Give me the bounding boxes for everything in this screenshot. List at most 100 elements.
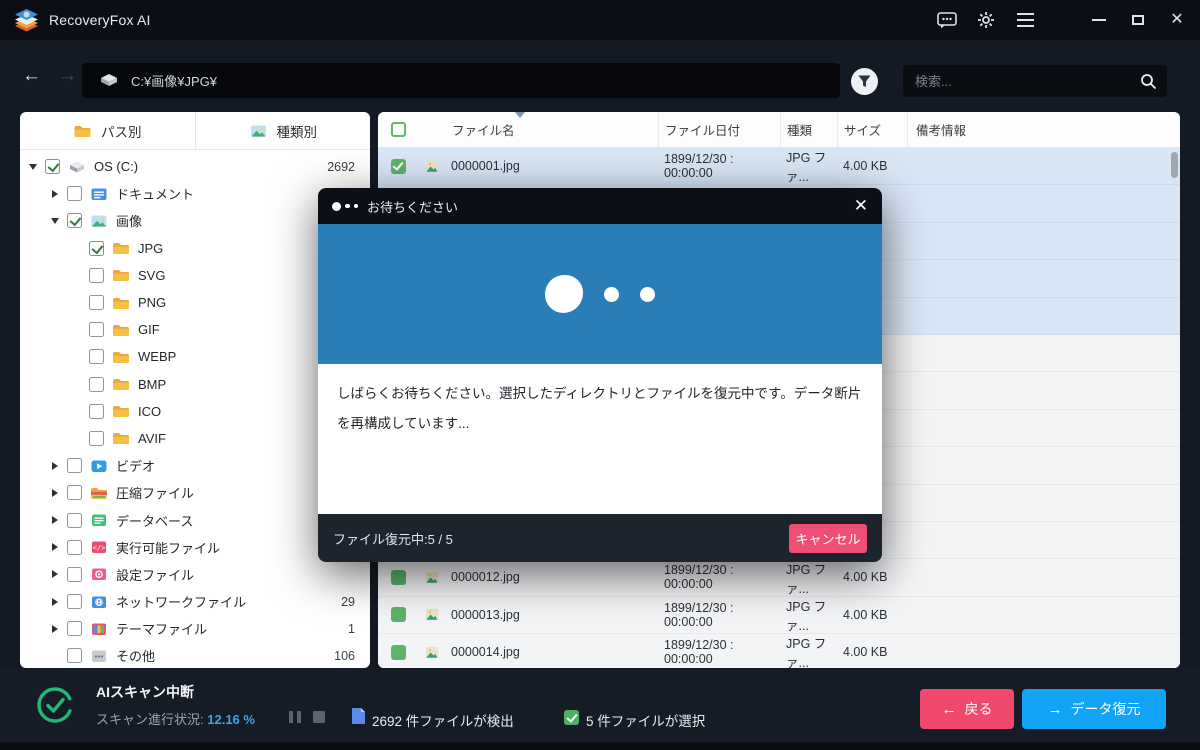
tree-checkbox[interactable] — [67, 594, 82, 609]
image-file-icon — [424, 158, 441, 175]
maximize-icon[interactable] — [1127, 9, 1149, 31]
column-header-2[interactable]: ファイル日付 — [658, 112, 780, 147]
select-all-header[interactable] — [378, 112, 418, 147]
tree-checkbox[interactable] — [67, 485, 82, 500]
tab-by-type[interactable]: 種類別 — [195, 112, 371, 149]
tree-item-label: 圧縮ファイル — [116, 483, 194, 502]
expander-right-icon[interactable] — [50, 516, 60, 524]
cancel-button[interactable]: キャンセル — [789, 524, 867, 553]
minimize-icon[interactable] — [1088, 9, 1110, 31]
tab-by-path[interactable]: パス別 — [20, 112, 195, 149]
tree-item-label: AVIF — [138, 431, 166, 446]
expander-right-icon[interactable] — [50, 190, 60, 198]
tree-checkbox[interactable] — [89, 268, 104, 283]
folder-icon — [112, 240, 130, 256]
files-detected-text: 2692 件ファイルが検出 — [372, 710, 514, 730]
scan-status-title: AIスキャン中断 — [96, 682, 194, 702]
tree-checkbox[interactable] — [67, 186, 82, 201]
settings-gear-icon[interactable] — [975, 9, 997, 31]
folder-icon — [112, 267, 130, 283]
tree-checkbox[interactable] — [67, 540, 82, 555]
expander-down-icon[interactable] — [50, 218, 60, 224]
dialog-close-icon[interactable]: ✕ — [854, 196, 868, 216]
column-header-4[interactable]: サイズ — [837, 112, 907, 147]
tree-checkbox[interactable] — [89, 377, 104, 392]
tree-checkbox[interactable] — [89, 241, 104, 256]
expander-right-icon[interactable] — [50, 598, 60, 606]
file-name-cell: 0000001.jpg — [418, 148, 658, 184]
forward-arrow-icon[interactable]: → — [58, 66, 77, 85]
scan-progress-line: スキャン進行状況: 12.16 % — [96, 709, 255, 728]
file-row-0000014.jpg[interactable]: 0000014.jpg1899/12/30 : 00:00:00JPG ファ..… — [378, 634, 1180, 668]
expander-right-icon[interactable] — [50, 625, 60, 633]
data-recover-button[interactable]: →データ復元 — [1022, 689, 1166, 729]
menu-icon[interactable] — [1014, 9, 1036, 31]
folder-icon — [112, 349, 130, 365]
vertical-scrollbar-thumb[interactable] — [1171, 152, 1178, 178]
path-input[interactable]: C:¥画像¥JPG¥ — [82, 63, 840, 98]
window-bottom-edge — [0, 742, 1200, 750]
column-header-5[interactable]: 備考情報 — [907, 112, 1180, 147]
file-info — [907, 597, 1180, 633]
folder-theme-icon — [90, 621, 108, 637]
tree-item-ネットワークファイル[interactable]: ネットワークファイル29 — [20, 588, 370, 615]
filter-funnel-icon[interactable] — [851, 68, 878, 95]
tree-item-テーマファイル[interactable]: テーマファイル1 — [20, 615, 370, 642]
stop-icon[interactable] — [313, 711, 325, 723]
search-input[interactable] — [915, 74, 1140, 89]
folder-network-icon — [90, 594, 108, 610]
file-info — [907, 148, 1180, 184]
tree-item-label: PNG — [138, 295, 166, 310]
tree-checkbox[interactable] — [67, 567, 82, 582]
tree-item-その他[interactable]: その他106 — [20, 642, 370, 668]
expander-down-icon[interactable] — [28, 164, 38, 170]
tree-item-設定ファイル[interactable]: 設定ファイル — [20, 561, 370, 588]
expander-right-icon[interactable] — [50, 543, 60, 551]
current-path: C:¥画像¥JPG¥ — [131, 71, 217, 90]
tree-checkbox[interactable] — [67, 213, 82, 228]
row-checkbox[interactable] — [391, 645, 406, 660]
chat-icon[interactable] — [936, 9, 958, 31]
folder-icon — [112, 376, 130, 392]
file-row-0000012.jpg[interactable]: 0000012.jpg1899/12/30 : 00:00:00JPG ファ..… — [378, 559, 1180, 596]
search-box — [903, 65, 1167, 97]
file-row-0000001.jpg[interactable]: 0000001.jpg1899/12/30 : 00:00:00JPG ファ..… — [378, 148, 1180, 185]
tree-checkbox[interactable] — [45, 159, 60, 174]
status-bar: AIスキャン中断 スキャン進行状況: 12.16 % 2692 件ファイルが検出… — [0, 668, 1200, 742]
file-type: JPG ファ... — [780, 148, 837, 184]
tree-checkbox[interactable] — [67, 648, 82, 663]
row-checkbox[interactable] — [391, 159, 406, 174]
back-arrow-icon[interactable]: ← — [22, 66, 41, 85]
tree-checkbox[interactable] — [67, 513, 82, 528]
expander-right-icon[interactable] — [50, 570, 60, 578]
tree-checkbox[interactable] — [89, 431, 104, 446]
select-all-checkbox[interactable] — [391, 122, 406, 137]
row-checkbox[interactable] — [391, 570, 406, 585]
column-header-1[interactable]: ファイル名 — [418, 112, 658, 147]
tree-checkbox[interactable] — [89, 349, 104, 364]
image-file-icon — [424, 569, 441, 586]
back-button[interactable]: ←戻る — [920, 689, 1014, 729]
file-info — [907, 634, 1180, 668]
loading-blob-icon — [545, 275, 583, 313]
tree-checkbox[interactable] — [89, 322, 104, 337]
recovery-progress-text: ファイル復元中:5 / 5 — [333, 529, 453, 548]
expander-right-icon[interactable] — [50, 462, 60, 470]
column-header-3[interactable]: 種類 — [780, 112, 837, 147]
file-row-0000013.jpg[interactable]: 0000013.jpg1899/12/30 : 00:00:00JPG ファ..… — [378, 597, 1180, 634]
tree-item-label: 設定ファイル — [116, 565, 194, 584]
row-checkbox[interactable] — [391, 607, 406, 622]
tree-checkbox[interactable] — [89, 295, 104, 310]
file-name-cell: 0000014.jpg — [418, 634, 658, 668]
close-icon[interactable]: ✕ — [1166, 9, 1188, 31]
tree-checkbox[interactable] — [89, 404, 104, 419]
expander-right-icon[interactable] — [50, 489, 60, 497]
dialog-title: お待ちください — [367, 197, 458, 216]
file-name: 0000014.jpg — [451, 645, 520, 659]
tree-checkbox[interactable] — [67, 621, 82, 636]
tree-item-OS (C:)[interactable]: OS (C:)2692 — [20, 153, 370, 180]
pause-icon[interactable] — [289, 711, 301, 723]
search-icon[interactable] — [1140, 73, 1157, 90]
tree-checkbox[interactable] — [67, 458, 82, 473]
folder-config-icon — [90, 566, 108, 582]
